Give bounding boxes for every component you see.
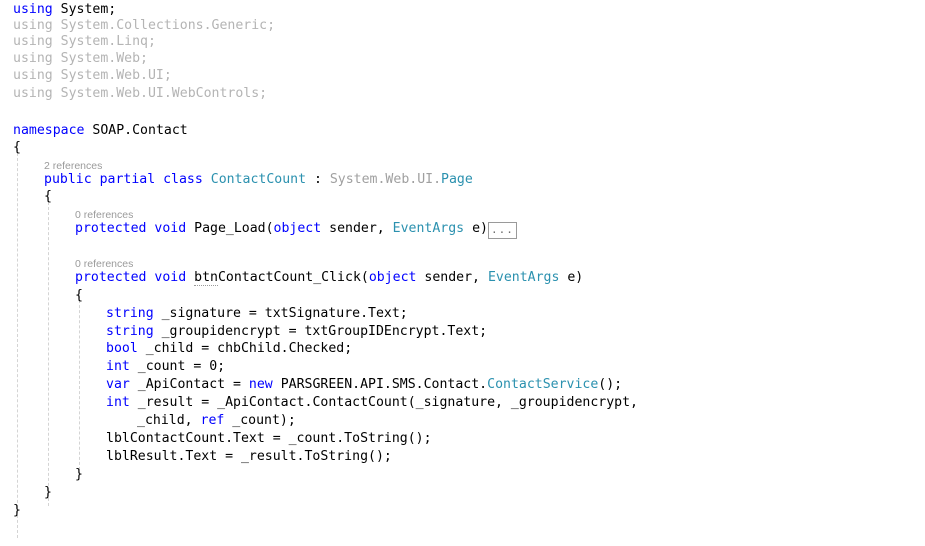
using-target-linq: System.Linq; (60, 34, 156, 49)
code-line-class-open-brace[interactable]: { (44, 189, 52, 205)
code-line-class-declaration[interactable]: public partial class ContactCount : Syst… (44, 172, 473, 188)
code-line-using-webcontrols[interactable]: using System.Web.UI.WebControls; (13, 86, 267, 102)
keyword-var: var (106, 377, 130, 392)
indent-guide-level-1 (17, 148, 18, 538)
statement-lblcontactcount: lblContactCount.Text = _count.ToString()… (106, 431, 432, 446)
keyword-object: object (273, 221, 322, 236)
code-line-using-linq[interactable]: using System.Linq; (13, 34, 156, 50)
keyword-using: using (13, 68, 53, 83)
statement-lblresult: lblResult.Text = _result.ToString(); (106, 449, 392, 464)
using-target-collections: System.Collections.Generic; (60, 18, 276, 33)
method-name-pageload: Page_Load( (194, 221, 274, 236)
statement-apicontact-assign: _ApiContact = (129, 377, 249, 392)
base-type-name: Page (441, 172, 473, 187)
statement-groupidencrypt-body: _groupidencrypt = txtGroupIDEncrypt.Text… (153, 324, 488, 339)
keyword-void: void (154, 221, 187, 236)
using-target-webcontrols: System.Web.UI.WebControls; (60, 86, 268, 101)
code-line-lblcontactcount-assign[interactable]: lblContactCount.Text = _count.ToString()… (106, 431, 432, 447)
apicontact-namespace: PARSGREEN.API.SMS.Contact. (272, 377, 488, 392)
keyword-ref: ref (200, 413, 225, 428)
using-target-webui: System.Web.UI; (60, 68, 172, 83)
keyword-object: object (368, 270, 417, 285)
param-sender: sender, (416, 270, 488, 285)
keyword-string: string (106, 324, 154, 339)
code-line-count-declaration[interactable]: int _count = 0; (106, 359, 225, 375)
codelens-class-references[interactable]: 2 references (44, 160, 102, 172)
type-eventargs: EventArgs (487, 270, 560, 285)
brace-close: } (13, 503, 21, 518)
code-line-pageload-signature[interactable]: protected void Page_Load(object sender, … (75, 221, 517, 239)
keyword-protected: protected (75, 270, 147, 285)
code-line-child-declaration[interactable]: bool _child = chbChild.Checked; (106, 341, 352, 357)
brace-open: { (44, 189, 52, 204)
keyword-string: string (106, 306, 154, 321)
param-sender: sender, (321, 221, 393, 236)
code-line-signature-declaration[interactable]: string _signature = txtSignature.Text; (106, 306, 408, 322)
code-line-method-open-brace[interactable]: { (75, 288, 83, 304)
keyword-void: void (154, 270, 187, 285)
apicontact-tail: (); (598, 377, 623, 392)
keyword-int: int (106, 359, 130, 374)
statement-signature-body: _signature = txtSignature.Text; (153, 306, 408, 321)
code-line-result-declaration[interactable]: int _result = _ApiContact.ContactCount(_… (106, 395, 638, 411)
code-line-apicontact-declaration[interactable]: var _ApiContact = new PARSGREEN.API.SMS.… (106, 377, 622, 393)
keyword-protected: protected (75, 221, 147, 236)
keyword-int: int (106, 395, 130, 410)
using-target-system: System; (60, 2, 117, 17)
statement-child-body: _child = chbChild.Checked; (137, 341, 353, 356)
code-editor-surface[interactable]: using System; using System.Collections.G… (0, 0, 925, 546)
code-line-groupidencrypt-declaration[interactable]: string _groupidencrypt = txtGroupIDEncry… (106, 324, 487, 340)
quick-actions-hint-indicator[interactable]: btn (194, 270, 218, 286)
statement-count-body: _count = 0; (129, 359, 226, 374)
keyword-using: using (13, 51, 53, 66)
namespace-name: SOAP.Contact (92, 123, 188, 138)
indent-guide-level-2 (48, 197, 49, 506)
keyword-using: using (13, 18, 53, 33)
using-target-web: System.Web; (60, 51, 148, 66)
inheritance-colon: : (306, 172, 330, 187)
param-e-close: e) (559, 270, 584, 285)
keyword-new: new (248, 377, 273, 392)
codelens-pageload-references[interactable]: 0 references (75, 209, 133, 221)
code-line-using-web[interactable]: using System.Web; (13, 51, 148, 67)
brace-open: { (13, 140, 21, 155)
code-line-using-webui[interactable]: using System.Web.UI; (13, 68, 172, 84)
brace-close: } (75, 467, 83, 482)
code-line-class-close-brace[interactable]: } (44, 485, 52, 501)
keyword-namespace: namespace (13, 123, 85, 138)
arg-count: _count); (224, 413, 296, 428)
brace-close: } (44, 485, 52, 500)
indent-guide-level-3 (79, 295, 80, 475)
param-e-close: e) (464, 221, 488, 236)
statement-result-body: _result = _ApiContact.ContactCount(_sign… (129, 395, 638, 410)
class-name: ContactCount (210, 172, 307, 187)
brace-open: { (75, 288, 83, 303)
base-type-namespace: System.Web.UI. (329, 172, 442, 187)
code-line-using-collections[interactable]: using System.Collections.Generic; (13, 18, 275, 34)
code-line-method-close-brace[interactable]: } (75, 467, 83, 483)
keyword-public-partial-class: public partial class (44, 172, 203, 187)
method-name-btnclick: ContactCount_Click( (217, 270, 369, 285)
collapsed-region-box[interactable]: ... (487, 222, 517, 239)
code-line-btnclick-signature[interactable]: protected void btnContactCount_Click(obj… (75, 270, 583, 286)
arg-child: _child, (137, 413, 201, 428)
code-line-lblresult-assign[interactable]: lblResult.Text = _result.ToString(); (106, 449, 392, 465)
keyword-bool: bool (106, 341, 138, 356)
keyword-using: using (13, 34, 53, 49)
keyword-using: using (13, 2, 53, 17)
keyword-using: using (13, 86, 53, 101)
code-line-namespace[interactable]: namespace SOAP.Contact (13, 123, 188, 139)
code-line-using-system[interactable]: using System; (13, 2, 116, 18)
code-line-result-continuation[interactable]: _child, ref _count); (137, 413, 296, 429)
code-line-namespace-open-brace[interactable]: { (13, 140, 21, 156)
type-eventargs: EventArgs (392, 221, 465, 236)
type-contactservice: ContactService (487, 377, 599, 392)
codelens-btnclick-references[interactable]: 0 references (75, 258, 133, 270)
code-line-namespace-close-brace[interactable]: } (13, 503, 21, 519)
